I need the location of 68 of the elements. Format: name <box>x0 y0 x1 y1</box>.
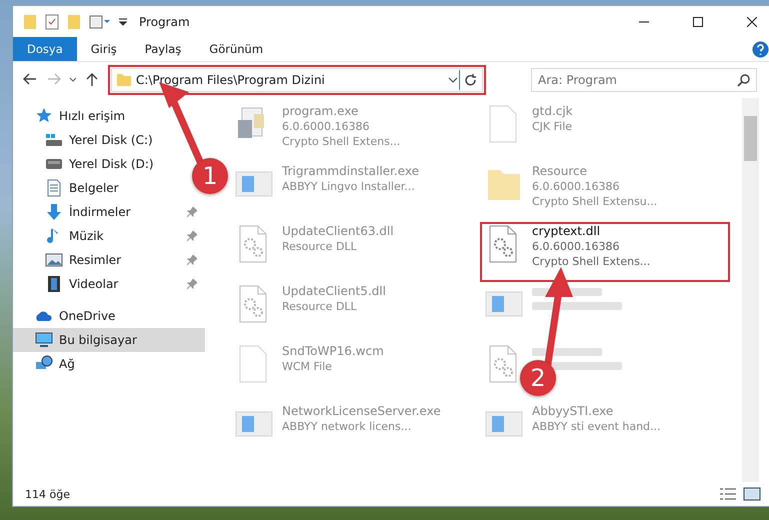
close-icon <box>747 16 757 26</box>
pin-icon <box>187 279 197 289</box>
properties-icon[interactable] <box>45 14 59 30</box>
file-name: cryptext.dll <box>532 224 602 239</box>
layout-icon[interactable] <box>89 14 111 28</box>
file-detail: 6.0.6000.16386 <box>532 239 620 254</box>
file-name: program.exe <box>282 104 360 119</box>
search-icon <box>737 73 751 87</box>
file-detail: Resource DLL <box>282 239 358 254</box>
file-name: Trigrammdinstaller.exe <box>282 164 419 179</box>
file-detail: 6.0.6000.16386 <box>532 179 620 194</box>
sidebar-item[interactable]: Resimler <box>13 248 205 272</box>
sidebar-item[interactable]: OneDrive <box>13 304 120 328</box>
file-name: UpdateClient5.dll <box>282 284 386 299</box>
pin-icon <box>187 255 197 265</box>
maximize-icon <box>693 16 703 26</box>
file-detail: ABBYY network licens... <box>282 419 412 434</box>
sidebar-item[interactable]: Videolar <box>13 272 205 296</box>
file-name: SndToWP16.wcm <box>282 344 384 359</box>
file-detail: Crypto Shell Extens... <box>532 254 650 269</box>
ribbon-tab[interactable]: Giriş <box>76 37 131 61</box>
dropdown-icon[interactable] <box>69 76 77 84</box>
folder-icon <box>116 73 132 87</box>
picture-icon <box>45 251 63 269</box>
folder-icon <box>23 14 37 30</box>
minimize-icon <box>639 20 649 22</box>
file-item[interactable]: cryptext.dll 6.0.6000.16386 Crypto Shell Extens... <box>480 222 730 282</box>
film-icon <box>45 275 63 293</box>
file-name: Resource <box>532 164 588 179</box>
document-icon <box>45 179 63 197</box>
file-name: gtd.cjk <box>532 104 573 119</box>
star-icon <box>35 107 53 125</box>
file-detail: Crypto Shell Extensu... <box>532 194 658 209</box>
help-icon[interactable] <box>752 40 769 58</box>
file-name: NetworkLicenseServer.exe <box>282 404 441 419</box>
scrollbar[interactable] <box>742 98 759 482</box>
ribbon-tab[interactable]: Görünüm <box>195 37 278 61</box>
sidebar-item[interactable]: Müzik <box>13 224 205 248</box>
pin-icon <box>187 207 197 217</box>
sidebar-item[interactable]: Yerel Disk (D:) <box>13 152 158 176</box>
item-count: 114 öğe <box>25 488 70 500</box>
details-view-icon[interactable] <box>719 487 737 501</box>
file-name: AbbyySTI.exe <box>532 404 614 419</box>
ribbon-tab[interactable]: Dosya <box>13 37 77 61</box>
sidebar-item[interactable]: İndirmeler <box>13 200 205 224</box>
caret-icon[interactable] <box>119 18 127 26</box>
sidebar-item[interactable]: Yerel Disk (C:) <box>13 128 157 152</box>
window-title: Program <box>139 14 191 28</box>
large-icons-view-icon[interactable] <box>743 487 761 501</box>
file-detail: WCM File <box>282 359 333 374</box>
monitor-icon <box>35 331 53 349</box>
sidebar-item[interactable]: Belgeler <box>13 176 123 200</box>
sidebar-item[interactable]: Bu bilgisayar <box>13 328 205 352</box>
address-field[interactable]: C:\Program Files\Program Dizini <box>111 68 483 92</box>
file-detail: ABBYY sti event hand... <box>532 419 661 434</box>
file-detail: Resource DLL <box>282 299 358 314</box>
file-name: UpdateClient63.dll <box>282 224 394 239</box>
file-detail: ABBYY Lingvo Installer... <box>282 179 416 194</box>
pin-icon <box>187 231 197 241</box>
drive-icon <box>45 131 63 149</box>
sidebar-item[interactable]: Ağ <box>13 352 79 376</box>
search-field[interactable]: Ara: Program <box>531 68 757 92</box>
file-detail: 6.0.6000.16386 <box>282 119 370 134</box>
file-detail: Crypto Shell Extens... <box>282 134 400 149</box>
file-detail: CJK File <box>532 119 573 134</box>
down-arrow-icon <box>45 203 63 221</box>
ribbon-tab[interactable]: Paylaş <box>130 37 196 61</box>
sidebar-item[interactable]: Hızlı erişim <box>13 104 130 128</box>
